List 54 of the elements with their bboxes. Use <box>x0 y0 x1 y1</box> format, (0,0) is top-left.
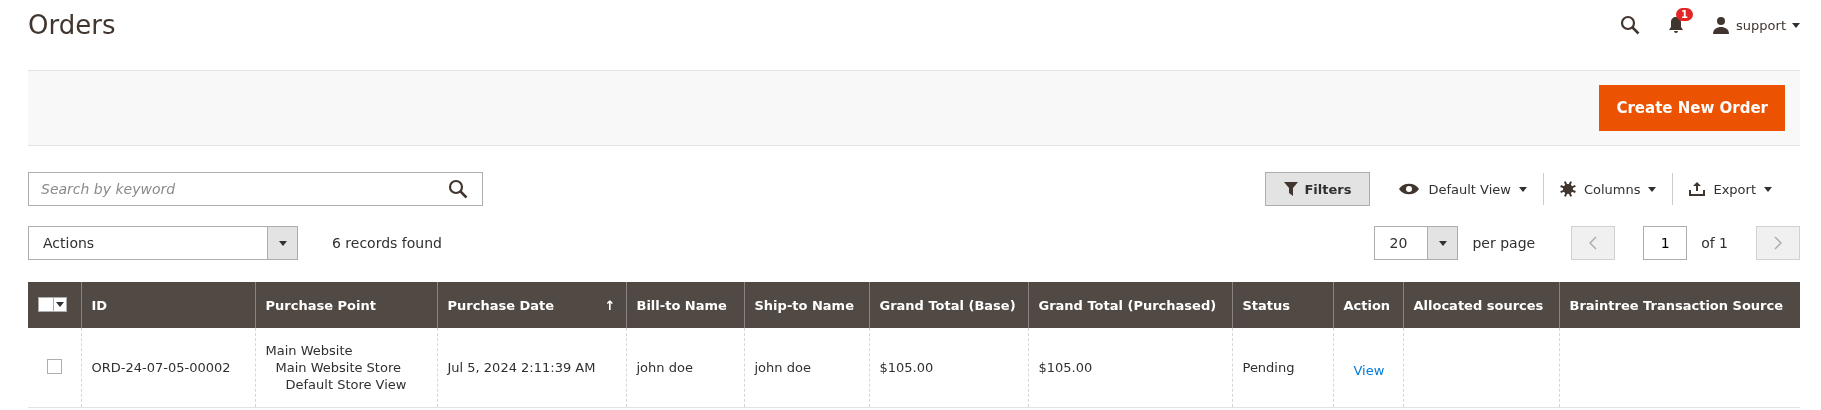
eye-icon <box>1398 182 1421 196</box>
page-total: of 1 <box>1701 235 1728 251</box>
column-header[interactable]: Grand Total (Base) <box>869 282 1028 328</box>
bell-icon[interactable] <box>1668 16 1685 34</box>
per-page-label: per page <box>1472 235 1536 251</box>
table-cell: john doe <box>744 328 869 408</box>
column-header[interactable]: Allocated sources <box>1403 282 1559 328</box>
row-checkbox[interactable] <box>46 358 62 374</box>
column-header[interactable]: Action <box>1333 282 1403 328</box>
view-menu[interactable]: Default View <box>1382 173 1543 205</box>
page-title: Orders <box>28 10 117 40</box>
user-icon <box>1712 16 1731 34</box>
column-header[interactable]: Purchase Point <box>255 282 437 328</box>
table-cell: $105.00 <box>1028 328 1232 408</box>
notification-count: 1 <box>1676 8 1694 21</box>
gear-icon <box>1560 181 1576 197</box>
table-cell: john doe <box>626 328 744 408</box>
caret-icon <box>56 301 64 307</box>
table-cell: Main Website Main Website Store Default Store View <box>255 328 437 408</box>
caret-icon <box>1792 22 1800 28</box>
caret-icon <box>1648 186 1657 192</box>
chevron-right-icon <box>1774 236 1782 250</box>
caret-icon <box>1518 186 1527 192</box>
table-cell: $105.00 <box>869 328 1028 408</box>
column-header[interactable]: Purchase Date ↑ <box>437 282 626 328</box>
user-menu[interactable]: support <box>1712 16 1800 34</box>
upload-icon <box>1689 182 1706 196</box>
actions-dropdown[interactable]: Actions <box>28 226 298 260</box>
search-icon[interactable] <box>1620 15 1641 35</box>
column-header[interactable]: Status <box>1232 282 1333 328</box>
export-menu[interactable]: Export <box>1673 173 1788 205</box>
mass-select-checkbox[interactable] <box>38 296 67 312</box>
column-header[interactable]: Grand Total (Purchased) <box>1028 282 1232 328</box>
column-header[interactable]: Braintree Transaction Source <box>1559 282 1800 328</box>
chevron-left-icon <box>1589 236 1598 250</box>
caret-icon <box>1764 186 1772 192</box>
column-header[interactable]: Ship-to Name <box>744 282 869 328</box>
funnel-icon <box>1284 182 1299 196</box>
create-order-button[interactable]: Create New Order <box>1599 85 1785 131</box>
columns-menu[interactable]: Columns <box>1543 173 1673 205</box>
filters-button[interactable]: Filters <box>1265 172 1371 206</box>
page-number-field[interactable]: 1 <box>1643 226 1688 260</box>
table-cell: Pending <box>1232 328 1333 408</box>
table-cell: Jul 5, 2024 2:11:39 AM <box>437 328 626 408</box>
records-count: 6 records found <box>332 235 442 251</box>
table-cell: ORD-24-07-05-00002 <box>81 328 255 408</box>
search-icon[interactable] <box>448 179 468 199</box>
per-page-dropdown[interactable]: 20 <box>1374 226 1459 260</box>
search-field[interactable]: Search by keyword <box>28 172 483 206</box>
caret-icon <box>278 240 287 246</box>
caret-icon <box>1438 240 1447 246</box>
column-header[interactable]: Bill-to Name <box>626 282 744 328</box>
column-header[interactable]: ID <box>81 282 255 328</box>
view-link[interactable]: View <box>1353 363 1385 378</box>
